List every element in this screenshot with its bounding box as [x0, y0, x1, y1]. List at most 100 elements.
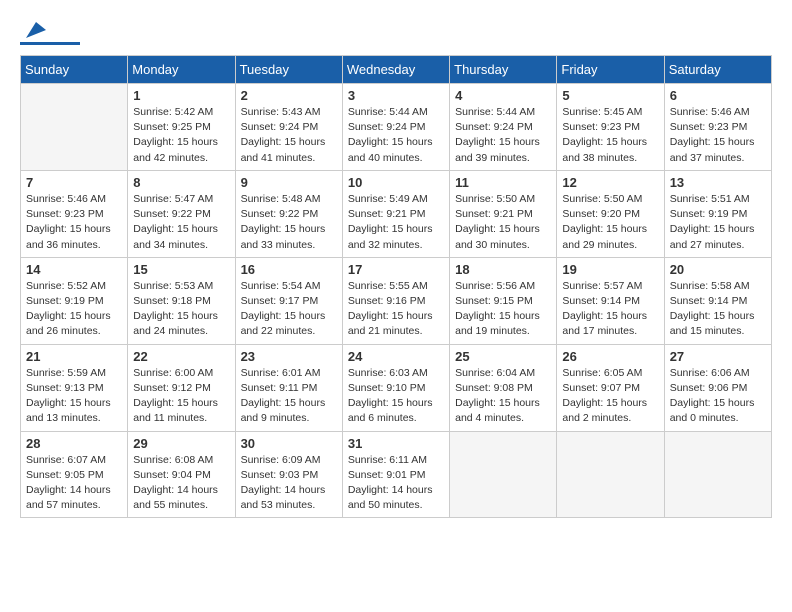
day-number: 27: [670, 349, 766, 364]
day-number: 11: [455, 175, 551, 190]
calendar-day-4: 4Sunrise: 5:44 AMSunset: 9:24 PMDaylight…: [450, 84, 557, 171]
calendar-day-18: 18 Sunrise: 5:56 AMSunset: 9:15 PMDayligh…: [450, 257, 557, 344]
day-info: Sunrise: 5:45 AMSunset: 9:23 PMDaylight:…: [562, 105, 658, 166]
calendar-day-24: 24Sunrise: 6:03 AMSunset: 9:10 PMDayligh…: [342, 344, 449, 431]
calendar-day-10: 10 Sunrise: 5:49 AMSunset: 9:21 PMDayligh…: [342, 170, 449, 257]
calendar-day-25: 25 Sunrise: 6:04 AMSunset: 9:08 PMDayligh…: [450, 344, 557, 431]
day-number: 9: [241, 175, 337, 190]
calendar-day-3: 3Sunrise: 5:44 AMSunset: 9:24 PMDaylight…: [342, 84, 449, 171]
day-number: 26: [562, 349, 658, 364]
day-number: 18: [455, 262, 551, 277]
day-number: 13: [670, 175, 766, 190]
calendar-day-26: 26 Sunrise: 6:05 AMSunset: 9:07 PMDayligh…: [557, 344, 664, 431]
day-info: Sunrise: 5:59 AMSunset: 9:13 PMDaylight:…: [26, 366, 122, 427]
weekday-header-tuesday: Tuesday: [235, 56, 342, 84]
weekday-header-sunday: Sunday: [21, 56, 128, 84]
calendar-day-13: 13 Sunrise: 5:51 AMSunset: 9:19 PMDayligh…: [664, 170, 771, 257]
day-info: Sunrise: 5:53 AMSunset: 9:18 PMDaylight:…: [133, 279, 229, 340]
calendar-week-5: 28 Sunrise: 6:07 AMSunset: 9:05 PMDayligh…: [21, 431, 772, 518]
calendar-empty: [664, 431, 771, 518]
day-number: 6: [670, 88, 766, 103]
calendar-day-15: 15 Sunrise: 5:53 AMSunset: 9:18 PMDayligh…: [128, 257, 235, 344]
day-info: Sunrise: 5:49 AMSunset: 9:21 PMDaylight:…: [348, 192, 444, 253]
day-number: 1: [133, 88, 229, 103]
day-info: Sunrise: 5:47 AMSunset: 9:22 PMDaylight:…: [133, 192, 229, 253]
day-info: Sunrise: 6:07 AMSunset: 9:05 PMDaylight:…: [26, 453, 122, 514]
day-info: Sunrise: 5:44 AMSunset: 9:24 PMDaylight:…: [455, 105, 551, 166]
day-info: Sunrise: 5:46 AMSunset: 9:23 PMDaylight:…: [670, 105, 766, 166]
day-info: Sunrise: 6:06 AMSunset: 9:06 PMDaylight:…: [670, 366, 766, 427]
day-number: 30: [241, 436, 337, 451]
day-info: Sunrise: 5:42 AMSunset: 9:25 PMDaylight:…: [133, 105, 229, 166]
day-info: Sunrise: 6:09 AMSunset: 9:03 PMDaylight:…: [241, 453, 337, 514]
calendar-table: SundayMondayTuesdayWednesdayThursdayFrid…: [20, 55, 772, 518]
calendar-day-1: 1 Sunrise: 5:42 AMSunset: 9:25 PMDaylight…: [128, 84, 235, 171]
calendar-day-16: 16Sunrise: 5:54 AMSunset: 9:17 PMDayligh…: [235, 257, 342, 344]
day-info: Sunrise: 5:58 AMSunset: 9:14 PMDaylight:…: [670, 279, 766, 340]
day-info: Sunrise: 5:56 AMSunset: 9:15 PMDaylight:…: [455, 279, 551, 340]
day-number: 15: [133, 262, 229, 277]
day-number: 25: [455, 349, 551, 364]
day-info: Sunrise: 6:00 AMSunset: 9:12 PMDaylight:…: [133, 366, 229, 427]
day-info: Sunrise: 5:46 AMSunset: 9:23 PMDaylight:…: [26, 192, 122, 253]
logo-flag-icon: [24, 20, 46, 40]
calendar-day-23: 23 Sunrise: 6:01 AMSunset: 9:11 PMDayligh…: [235, 344, 342, 431]
day-info: Sunrise: 5:57 AMSunset: 9:14 PMDaylight:…: [562, 279, 658, 340]
day-info: Sunrise: 6:05 AMSunset: 9:07 PMDaylight:…: [562, 366, 658, 427]
calendar-empty: [557, 431, 664, 518]
day-info: Sunrise: 6:03 AMSunset: 9:10 PMDaylight:…: [348, 366, 444, 427]
weekday-header-friday: Friday: [557, 56, 664, 84]
calendar-day-6: 6 Sunrise: 5:46 AMSunset: 9:23 PMDaylight…: [664, 84, 771, 171]
day-info: Sunrise: 5:50 AMSunset: 9:20 PMDaylight:…: [562, 192, 658, 253]
calendar-day-12: 12 Sunrise: 5:50 AMSunset: 9:20 PMDayligh…: [557, 170, 664, 257]
logo: [20, 20, 80, 45]
page-header: [20, 20, 772, 45]
calendar-day-31: 31 Sunrise: 6:11 AMSunset: 9:01 PMDayligh…: [342, 431, 449, 518]
weekday-header-wednesday: Wednesday: [342, 56, 449, 84]
day-number: 28: [26, 436, 122, 451]
calendar-header-row: SundayMondayTuesdayWednesdayThursdayFrid…: [21, 56, 772, 84]
day-number: 8: [133, 175, 229, 190]
day-info: Sunrise: 6:01 AMSunset: 9:11 PMDaylight:…: [241, 366, 337, 427]
calendar-day-21: 21 Sunrise: 5:59 AMSunset: 9:13 PMDayligh…: [21, 344, 128, 431]
day-number: 7: [26, 175, 122, 190]
day-number: 20: [670, 262, 766, 277]
calendar-day-17: 17 Sunrise: 5:55 AMSunset: 9:16 PMDayligh…: [342, 257, 449, 344]
calendar-week-2: 7 Sunrise: 5:46 AMSunset: 9:23 PMDaylight…: [21, 170, 772, 257]
day-info: Sunrise: 5:50 AMSunset: 9:21 PMDaylight:…: [455, 192, 551, 253]
calendar-empty: [450, 431, 557, 518]
calendar-day-22: 22 Sunrise: 6:00 AMSunset: 9:12 PMDayligh…: [128, 344, 235, 431]
day-number: 21: [26, 349, 122, 364]
day-number: 2: [241, 88, 337, 103]
weekday-header-monday: Monday: [128, 56, 235, 84]
day-info: Sunrise: 5:52 AMSunset: 9:19 PMDaylight:…: [26, 279, 122, 340]
day-info: Sunrise: 5:51 AMSunset: 9:19 PMDaylight:…: [670, 192, 766, 253]
calendar-empty: [21, 84, 128, 171]
day-number: 19: [562, 262, 658, 277]
day-number: 14: [26, 262, 122, 277]
day-number: 5: [562, 88, 658, 103]
calendar-week-4: 21 Sunrise: 5:59 AMSunset: 9:13 PMDayligh…: [21, 344, 772, 431]
weekday-header-saturday: Saturday: [664, 56, 771, 84]
day-info: Sunrise: 5:43 AMSunset: 9:24 PMDaylight:…: [241, 105, 337, 166]
calendar-day-11: 11 Sunrise: 5:50 AMSunset: 9:21 PMDayligh…: [450, 170, 557, 257]
day-number: 22: [133, 349, 229, 364]
day-number: 29: [133, 436, 229, 451]
day-number: 10: [348, 175, 444, 190]
calendar-day-2: 2 Sunrise: 5:43 AMSunset: 9:24 PMDaylight…: [235, 84, 342, 171]
calendar-day-5: 5 Sunrise: 5:45 AMSunset: 9:23 PMDaylight…: [557, 84, 664, 171]
day-number: 16: [241, 262, 337, 277]
day-number: 23: [241, 349, 337, 364]
weekday-header-thursday: Thursday: [450, 56, 557, 84]
calendar-day-27: 27 Sunrise: 6:06 AMSunset: 9:06 PMDayligh…: [664, 344, 771, 431]
day-info: Sunrise: 5:48 AMSunset: 9:22 PMDaylight:…: [241, 192, 337, 253]
day-number: 12: [562, 175, 658, 190]
day-info: Sunrise: 6:11 AMSunset: 9:01 PMDaylight:…: [348, 453, 444, 514]
day-number: 17: [348, 262, 444, 277]
day-number: 31: [348, 436, 444, 451]
calendar-day-29: 29Sunrise: 6:08 AMSunset: 9:04 PMDayligh…: [128, 431, 235, 518]
calendar-day-9: 9 Sunrise: 5:48 AMSunset: 9:22 PMDaylight…: [235, 170, 342, 257]
day-info: Sunrise: 5:55 AMSunset: 9:16 PMDaylight:…: [348, 279, 444, 340]
calendar-day-7: 7 Sunrise: 5:46 AMSunset: 9:23 PMDaylight…: [21, 170, 128, 257]
day-info: Sunrise: 6:04 AMSunset: 9:08 PMDaylight:…: [455, 366, 551, 427]
